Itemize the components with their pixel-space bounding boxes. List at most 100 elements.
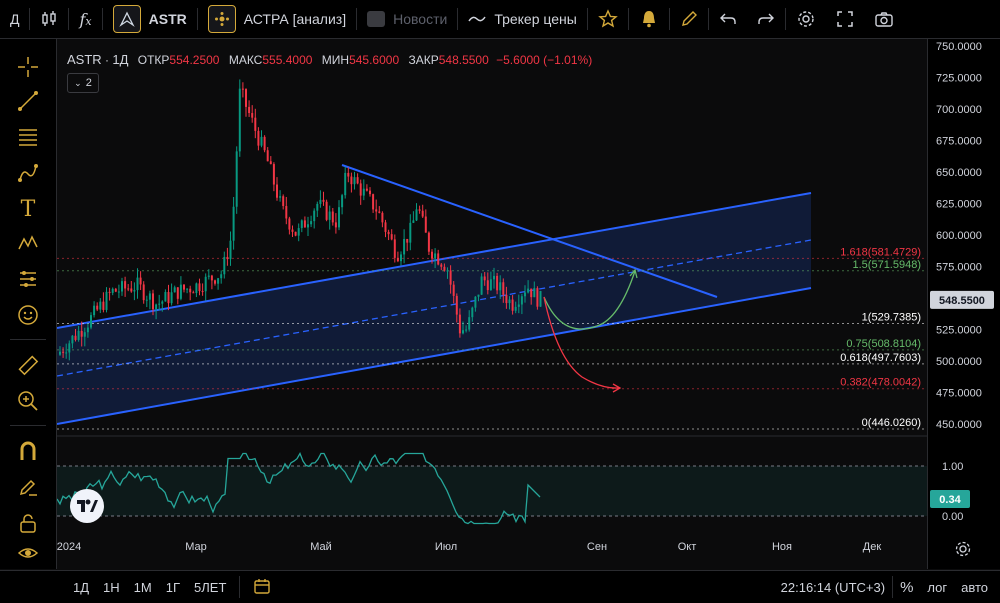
text-icon[interactable]: T xyxy=(14,195,42,223)
divider xyxy=(10,425,46,426)
legend-symbol: ASTR xyxy=(67,52,102,67)
candle-body xyxy=(468,317,471,330)
eye-icon[interactable] xyxy=(14,539,42,567)
candle-body xyxy=(496,275,499,291)
path-icon[interactable] xyxy=(14,159,42,187)
candle-body xyxy=(390,234,393,240)
date-range-button[interactable] xyxy=(246,577,278,598)
candle-body xyxy=(142,284,145,301)
gear-icon xyxy=(798,11,814,27)
price-axis[interactable]: 750.0000 725.0000 700.0000 675.0000 650.0000… xyxy=(927,39,1000,569)
candle-body xyxy=(307,224,309,228)
indicators-count: 2 xyxy=(85,77,92,89)
candle-body xyxy=(372,194,375,210)
candle-body xyxy=(338,207,340,228)
time-tick-label: Май xyxy=(310,541,332,553)
price-tick-label: 600.0000 xyxy=(936,230,982,242)
candle-body xyxy=(186,288,189,290)
trend-line-icon[interactable] xyxy=(14,87,42,115)
timezone-clock[interactable]: 22:16:14 (UTC+3) xyxy=(774,580,892,595)
candle-body xyxy=(288,218,291,230)
fib-retracement-icon[interactable] xyxy=(14,123,42,151)
osc-tick-label: 0.00 xyxy=(942,511,963,523)
candle-body xyxy=(226,256,229,260)
price-tick-label: 675.0000 xyxy=(936,136,982,148)
tradingview-logo[interactable] xyxy=(70,489,104,523)
candle-body xyxy=(347,172,350,177)
drawing-button[interactable] xyxy=(670,0,708,38)
ruler-icon[interactable] xyxy=(14,351,42,379)
auto-toggle[interactable]: авто xyxy=(954,580,1000,595)
candle-body xyxy=(303,220,306,228)
interval-label: Д xyxy=(10,11,20,27)
news-button[interactable]: Новости xyxy=(357,0,457,38)
smile-icon[interactable] xyxy=(14,301,42,329)
lock-icon[interactable] xyxy=(14,509,42,537)
price-tracker-button[interactable]: Трекер цены xyxy=(458,0,587,38)
candle-body xyxy=(74,335,77,340)
candle-body xyxy=(359,183,362,196)
candle-body xyxy=(409,222,412,243)
pencil-icon xyxy=(681,11,697,26)
divider xyxy=(239,576,241,598)
fullscreen-button[interactable] xyxy=(826,0,864,38)
time-axis-scale: 2024 Мар Май Июл Сен Окт Ноя Дек xyxy=(57,541,881,553)
interval-button[interactable]: Д xyxy=(0,0,29,38)
magnet-icon[interactable] xyxy=(14,437,42,465)
candle-body xyxy=(400,254,402,262)
candle-body xyxy=(471,307,474,318)
indicators-toggle[interactable]: ⌄ 2 xyxy=(67,73,99,93)
candle-body xyxy=(530,288,533,298)
prediction-icon[interactable] xyxy=(14,265,42,293)
price-chart[interactable]: 1.618(581.4729)1.5(571.5948) 1(529.7385) 0… xyxy=(57,39,927,569)
range-1d[interactable]: 1Д xyxy=(66,580,96,595)
candle-body xyxy=(520,296,523,305)
legend-close: 548.5500 xyxy=(438,53,489,67)
chart-type-button[interactable] xyxy=(30,0,68,38)
legend-low: 545.6000 xyxy=(349,53,400,67)
candle-body xyxy=(465,329,468,331)
candle-body xyxy=(536,288,539,307)
symbol-button[interactable]: ASTR xyxy=(103,0,197,38)
candle-body xyxy=(344,172,347,196)
range-5y[interactable]: 5ЛЕТ xyxy=(187,580,233,595)
candle-body xyxy=(539,290,542,307)
log-toggle[interactable]: лог xyxy=(920,580,954,595)
candle-body xyxy=(387,231,390,235)
time-tick-label: Мар xyxy=(185,541,207,553)
candle-body xyxy=(418,209,421,211)
candle-body xyxy=(254,117,257,131)
oscillator-band xyxy=(57,466,927,516)
indicators-button[interactable]: fx xyxy=(69,0,101,38)
screenshot-button[interactable] xyxy=(864,0,904,38)
redo-button[interactable] xyxy=(747,0,785,38)
settings-button[interactable] xyxy=(786,0,826,38)
axis-settings-button[interactable] xyxy=(953,539,973,559)
main-chart-pane[interactable]: 1.618(581.4729) 1.5(571.5948) 1(529.7385) 0… xyxy=(57,39,927,569)
candle-body xyxy=(294,231,297,236)
watchlist-button[interactable] xyxy=(588,0,628,38)
undo-button[interactable] xyxy=(709,0,747,38)
candle-body xyxy=(148,293,151,300)
candle-body xyxy=(297,228,300,236)
candle-body xyxy=(375,209,378,212)
pattern-icon[interactable] xyxy=(14,229,42,257)
range-1m[interactable]: 1М xyxy=(127,580,159,595)
candle-body xyxy=(90,315,92,328)
alert-button[interactable] xyxy=(629,0,669,38)
zoom-in-icon[interactable] xyxy=(14,387,42,415)
candle-body xyxy=(415,209,418,221)
script-button[interactable]: АСТРА [анализ] xyxy=(198,0,356,38)
candles-icon xyxy=(42,11,57,26)
script-logo-icon xyxy=(207,5,236,33)
percent-toggle[interactable]: % xyxy=(893,579,920,596)
crosshair-icon[interactable] xyxy=(14,53,42,81)
range-1y[interactable]: 1Г xyxy=(159,580,187,595)
candle-body xyxy=(446,270,449,272)
candle-body xyxy=(334,222,337,228)
candle-body xyxy=(350,176,353,185)
time-axis[interactable]: 2024 Мар Май Июл Сен Окт Ноя Дек xyxy=(57,534,927,558)
candle-body xyxy=(102,301,105,310)
draw-mode-icon[interactable] xyxy=(14,473,42,501)
range-1w[interactable]: 1Н xyxy=(96,580,127,595)
